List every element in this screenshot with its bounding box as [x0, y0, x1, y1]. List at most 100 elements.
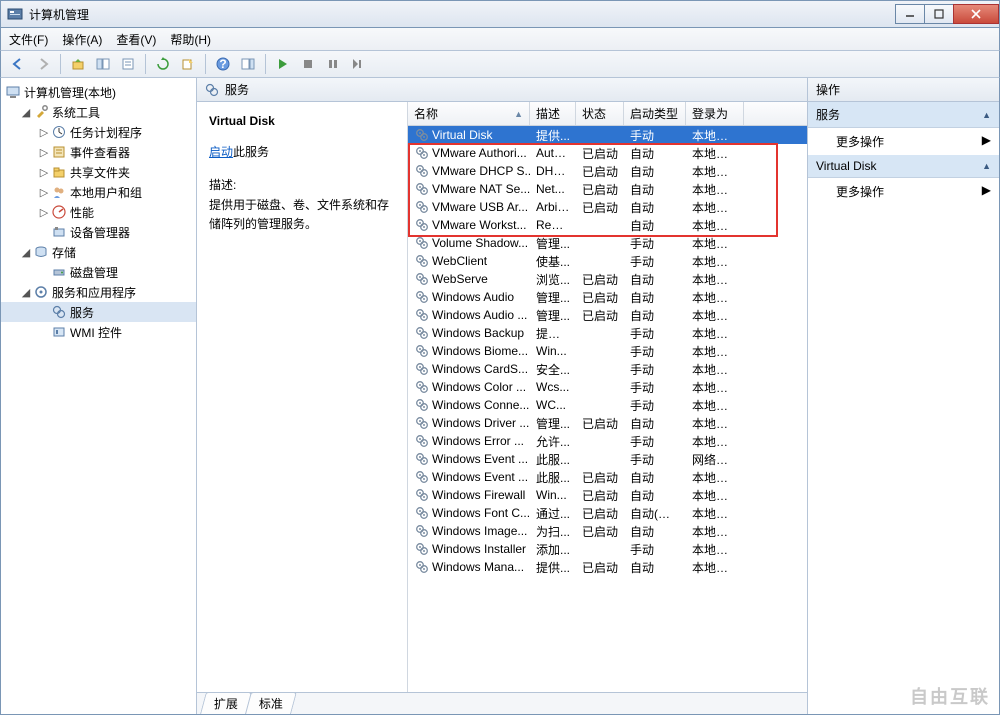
gear-icon	[414, 487, 430, 503]
tab-extended[interactable]: 扩展	[200, 692, 252, 714]
service-row[interactable]: Windows Audio管理...已启动自动本地服务	[408, 288, 807, 306]
actions-more-1[interactable]: 更多操作▶	[808, 128, 999, 155]
description-label: 描述:	[209, 176, 395, 195]
service-row[interactable]: Windows Installer添加...手动本地系统	[408, 540, 807, 558]
service-row[interactable]: VMware USB Ar...Arbit...已启动自动本地系统	[408, 198, 807, 216]
app-icon	[7, 6, 23, 22]
tree-storage[interactable]: ◢存储	[1, 242, 196, 262]
tree-system-tools[interactable]: ◢系统工具	[1, 102, 196, 122]
tree-services[interactable]: 服务	[1, 302, 196, 322]
column-desc[interactable]: 描述	[530, 102, 576, 125]
service-row[interactable]: Windows Event ...此服...已启动自动本地服务	[408, 468, 807, 486]
minimize-button[interactable]	[895, 4, 925, 24]
tree-task-scheduler[interactable]: ▷任务计划程序	[1, 122, 196, 142]
service-row[interactable]: Windows CardS...安全...手动本地系统	[408, 360, 807, 378]
actions-section-services[interactable]: 服务▲	[808, 102, 999, 128]
restart-service-button[interactable]	[347, 53, 369, 75]
menubar: 文件(F) 操作(A) 查看(V) 帮助(H)	[0, 28, 1000, 50]
tree-shared-folders[interactable]: ▷共享文件夹	[1, 162, 196, 182]
menu-help[interactable]: 帮助(H)	[170, 31, 211, 48]
close-button[interactable]	[953, 4, 999, 24]
gear-icon	[414, 469, 430, 485]
wmi-icon	[51, 324, 67, 340]
tree-wmi[interactable]: WMI 控件	[1, 322, 196, 342]
navigation-tree[interactable]: 计算机管理(本地) ◢系统工具 ▷任务计划程序 ▷事件查看器 ▷共享文件夹 ▷本…	[1, 78, 197, 714]
menu-view[interactable]: 查看(V)	[116, 31, 156, 48]
gear-icon	[414, 379, 430, 395]
action-pane-toggle[interactable]	[237, 53, 259, 75]
gear-icon	[414, 217, 430, 233]
service-row[interactable]: VMware Workst...Rem...自动本地系统	[408, 216, 807, 234]
gear-icon	[414, 307, 430, 323]
gear-icon	[414, 199, 430, 215]
tree-disk-management[interactable]: 磁盘管理	[1, 262, 196, 282]
refresh-button[interactable]	[152, 53, 174, 75]
service-row[interactable]: WebClient使基...手动本地服务	[408, 252, 807, 270]
tree-local-users[interactable]: ▷本地用户和组	[1, 182, 196, 202]
menu-file[interactable]: 文件(F)	[9, 31, 48, 48]
svg-text:?: ?	[219, 57, 226, 71]
actions-more-2[interactable]: 更多操作▶	[808, 178, 999, 205]
service-row[interactable]: Windows Event ...此服...手动网络服务	[408, 450, 807, 468]
properties-button[interactable]	[117, 53, 139, 75]
up-button[interactable]	[67, 53, 89, 75]
service-row[interactable]: Virtual Disk提供...手动本地系统	[408, 126, 807, 144]
back-button[interactable]	[7, 53, 29, 75]
help-button[interactable]: ?	[212, 53, 234, 75]
menu-action[interactable]: 操作(A)	[62, 31, 102, 48]
selected-service-title: Virtual Disk	[209, 112, 395, 131]
service-row[interactable]: Volume Shadow...管理...手动本地系统	[408, 234, 807, 252]
service-row[interactable]: Windows Mana...提供...已启动自动本地系统	[408, 558, 807, 576]
service-row[interactable]: Windows Image...为扫...已启动自动本地服务	[408, 522, 807, 540]
service-row[interactable]: VMware NAT Se...Net...已启动自动本地系统	[408, 180, 807, 198]
shared-icon	[51, 164, 67, 180]
service-row[interactable]: Windows Driver ...管理...已启动自动本地系统	[408, 414, 807, 432]
stop-service-button[interactable]	[297, 53, 319, 75]
tree-event-viewer[interactable]: ▷事件查看器	[1, 142, 196, 162]
service-row[interactable]: VMware Authori...Auth...已启动自动本地系统	[408, 144, 807, 162]
service-row[interactable]: Windows Error ...允许...手动本地系统	[408, 432, 807, 450]
performance-icon	[51, 204, 67, 220]
service-row[interactable]: Windows Color ...Wcs...手动本地服务	[408, 378, 807, 396]
service-row[interactable]: Windows Font C...通过...已启动自动(延迟...本地服务	[408, 504, 807, 522]
start-service-link[interactable]: 启动	[209, 145, 233, 159]
maximize-button[interactable]	[924, 4, 954, 24]
users-icon	[51, 184, 67, 200]
gear-icon	[414, 415, 430, 431]
gear-icon	[414, 235, 430, 251]
tree-services-apps[interactable]: ◢服务和应用程序	[1, 282, 196, 302]
show-hide-console-tree[interactable]	[92, 53, 114, 75]
tree-performance[interactable]: ▷性能	[1, 202, 196, 222]
column-logon[interactable]: 登录为	[686, 102, 744, 125]
column-status[interactable]: 状态	[576, 102, 624, 125]
pause-service-button[interactable]	[322, 53, 344, 75]
forward-button[interactable]	[32, 53, 54, 75]
gear-icon	[414, 127, 430, 143]
export-button[interactable]	[177, 53, 199, 75]
tree-root[interactable]: 计算机管理(本地)	[1, 82, 196, 102]
service-row[interactable]: WebServe浏览...已启动自动本地系统	[408, 270, 807, 288]
tree-device-manager[interactable]: 设备管理器	[1, 222, 196, 242]
titlebar: 计算机管理	[0, 0, 1000, 28]
computer-icon	[5, 84, 21, 100]
service-row[interactable]: Windows Conne...WC...手动本地服务	[408, 396, 807, 414]
gear-icon	[414, 397, 430, 413]
gear-icon	[414, 145, 430, 161]
service-row[interactable]: Windows Backup提供 ...手动本地系统	[408, 324, 807, 342]
tab-standard[interactable]: 标准	[245, 692, 297, 714]
svcapp-icon	[33, 284, 49, 300]
service-row[interactable]: Windows Audio ...管理...已启动自动本地系统	[408, 306, 807, 324]
window-title: 计算机管理	[29, 6, 89, 23]
start-service-button[interactable]	[272, 53, 294, 75]
service-row[interactable]: Windows Biome...Win...手动本地系统	[408, 342, 807, 360]
services-list[interactable]: 名称▲ 描述 状态 启动类型 登录为 Virtual Disk提供...手动本地…	[407, 102, 807, 692]
eventviewer-icon	[51, 144, 67, 160]
toolbar: ?	[0, 50, 1000, 78]
gear-icon	[414, 343, 430, 359]
column-name[interactable]: 名称▲	[408, 102, 530, 125]
gear-icon	[414, 559, 430, 575]
actions-section-selected[interactable]: Virtual Disk▲	[808, 155, 999, 178]
column-startup[interactable]: 启动类型	[624, 102, 686, 125]
service-row[interactable]: Windows FirewallWin...已启动自动本地服务	[408, 486, 807, 504]
service-row[interactable]: VMware DHCP S...DHC...已启动自动本地系统	[408, 162, 807, 180]
